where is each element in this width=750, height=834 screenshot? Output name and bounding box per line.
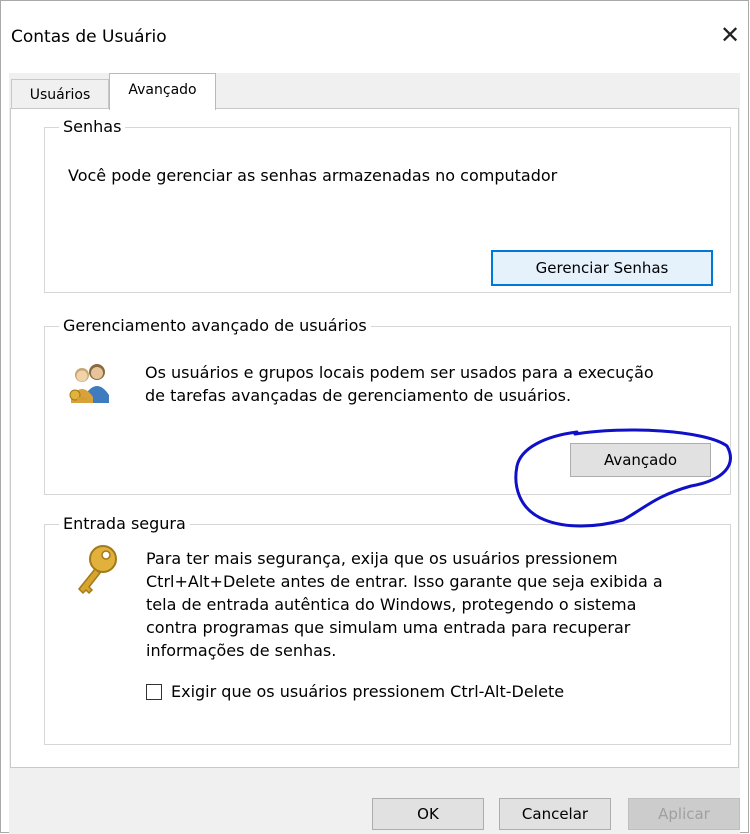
secure-logon-group: Entrada segura Para ter mais segurança, … bbox=[44, 513, 731, 745]
require-ctrl-alt-delete-label[interactable]: Exigir que os usuários pressionem Ctrl-A… bbox=[171, 680, 564, 703]
passwords-description: Você pode gerenciar as senhas armazenada… bbox=[68, 166, 558, 185]
secure-logon-description-line5: informações de senhas. bbox=[146, 641, 337, 660]
user-accounts-window: Contas de Usuário ✕ Usuários Avançado Se… bbox=[0, 0, 749, 834]
advanced-user-management-group: Gerenciamento avançado de usuários Os us… bbox=[44, 315, 731, 495]
passwords-group-label: Senhas bbox=[59, 116, 126, 138]
passwords-group: Senhas Você pode gerenciar as senhas arm… bbox=[44, 116, 731, 293]
secure-logon-description-line3: tela de entrada autêntica do Windows, pr… bbox=[146, 595, 637, 614]
tab-advanced[interactable]: Avançado bbox=[109, 73, 216, 110]
users-group-icon bbox=[65, 359, 115, 409]
secure-logon-description-line2: Ctrl+Alt+Delete antes de entrar. Isso ga… bbox=[146, 572, 663, 591]
title-bar: Contas de Usuário ✕ bbox=[1, 1, 748, 73]
tab-panel-advanced: Senhas Você pode gerenciar as senhas arm… bbox=[10, 108, 739, 768]
apply-button[interactable]: Aplicar bbox=[628, 798, 740, 830]
tab-users[interactable]: Usuários bbox=[11, 79, 109, 109]
advanced-user-management-description-line1: Os usuários e grupos locais podem ser us… bbox=[145, 363, 654, 382]
cancel-button[interactable]: Cancelar bbox=[499, 798, 611, 830]
secure-logon-description-line4: contra programas que simulam uma entrada… bbox=[146, 618, 631, 637]
advanced-button[interactable]: Avançado bbox=[570, 443, 711, 477]
secure-logon-group-label: Entrada segura bbox=[59, 513, 190, 535]
key-icon bbox=[73, 543, 121, 599]
require-ctrl-alt-delete-checkbox[interactable] bbox=[146, 684, 162, 700]
secure-logon-description-line1: Para ter mais segurança, exija que os us… bbox=[146, 549, 618, 568]
advanced-user-management-group-label: Gerenciamento avançado de usuários bbox=[59, 315, 371, 337]
window-title: Contas de Usuário bbox=[11, 27, 167, 47]
manage-passwords-button[interactable]: Gerenciar Senhas bbox=[491, 250, 713, 286]
close-button[interactable]: ✕ bbox=[712, 15, 748, 55]
advanced-user-management-description-line2: de tarefas avançadas de gerenciamento de… bbox=[145, 386, 572, 405]
ok-button[interactable]: OK bbox=[372, 798, 484, 830]
